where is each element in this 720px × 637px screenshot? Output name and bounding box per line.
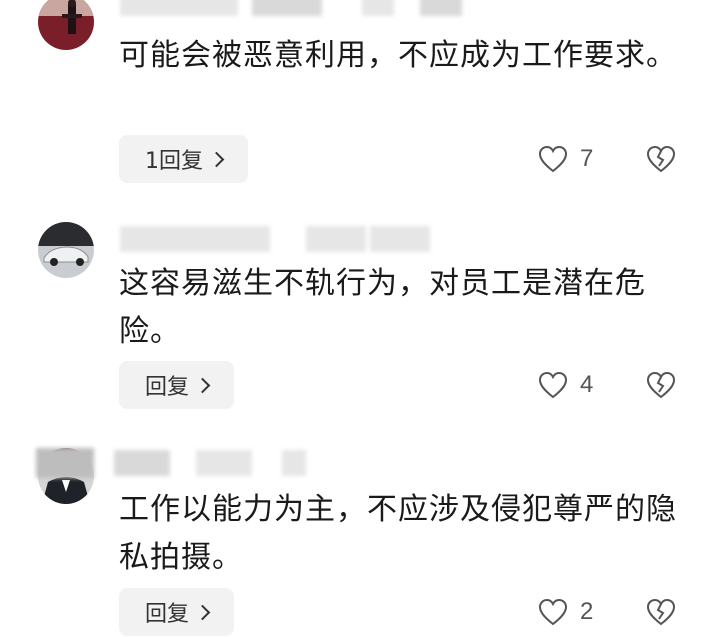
avatar[interactable] <box>38 222 94 278</box>
reply-label: 回复 <box>145 375 190 400</box>
like-count: 4 <box>580 371 594 398</box>
reply-label: 1回复 <box>145 149 203 174</box>
username-blurred <box>420 0 462 16</box>
dislike-button[interactable] <box>646 135 676 183</box>
username-blurred <box>196 450 252 476</box>
heart-outline-icon <box>538 598 568 626</box>
heart-outline-icon <box>538 145 568 173</box>
comment-text: 这容易滋生不轨行为，对员工是潜在危险。 <box>119 266 646 349</box>
reply-label: 回复 <box>145 602 190 627</box>
like-button[interactable]: 2 <box>538 588 593 636</box>
username-blurred <box>370 226 430 252</box>
reply-button[interactable]: 回复 <box>119 588 235 636</box>
comment-item: 工作以能力为主，不应涉及侵犯尊严的隐私拍摄。 回复 2 <box>0 448 720 637</box>
like-count: 2 <box>580 598 594 625</box>
comment-text: 可能会被恶意利用，不应成为工作要求。 <box>119 38 677 73</box>
dislike-button[interactable] <box>646 361 676 409</box>
like-count: 7 <box>580 145 594 172</box>
like-button[interactable]: 4 <box>538 361 593 409</box>
username-blurred <box>114 450 170 476</box>
reply-button[interactable]: 回复 <box>119 361 235 409</box>
avatar-image <box>38 222 94 278</box>
comment-item: 这容易滋生不轨行为，对员工是潜在危险。 回复 4 <box>0 222 720 422</box>
comment-item: 可能会被恶意利用，不应成为工作要求。 1回复 7 <box>0 0 720 200</box>
username-blurred <box>362 0 394 16</box>
username-blurred <box>120 226 270 252</box>
comment-text: 工作以能力为主，不应涉及侵犯尊严的隐私拍摄。 <box>119 492 677 575</box>
avatar[interactable] <box>38 0 94 50</box>
broken-heart-icon <box>646 371 676 399</box>
avatar-image <box>38 0 94 50</box>
username-blurred <box>36 448 94 478</box>
username-blurred <box>282 450 306 476</box>
username-blurred <box>252 0 322 16</box>
reply-button[interactable]: 1回复 <box>119 135 248 183</box>
heart-outline-icon <box>538 371 568 399</box>
dislike-button[interactable] <box>646 588 676 636</box>
username-blurred <box>120 0 238 16</box>
broken-heart-icon <box>646 598 676 626</box>
like-button[interactable]: 7 <box>538 135 593 183</box>
chevron-right-icon <box>194 604 211 620</box>
username-blurred <box>306 226 366 252</box>
chevron-right-icon <box>194 377 211 393</box>
chevron-right-icon <box>208 151 225 167</box>
broken-heart-icon <box>646 145 676 173</box>
